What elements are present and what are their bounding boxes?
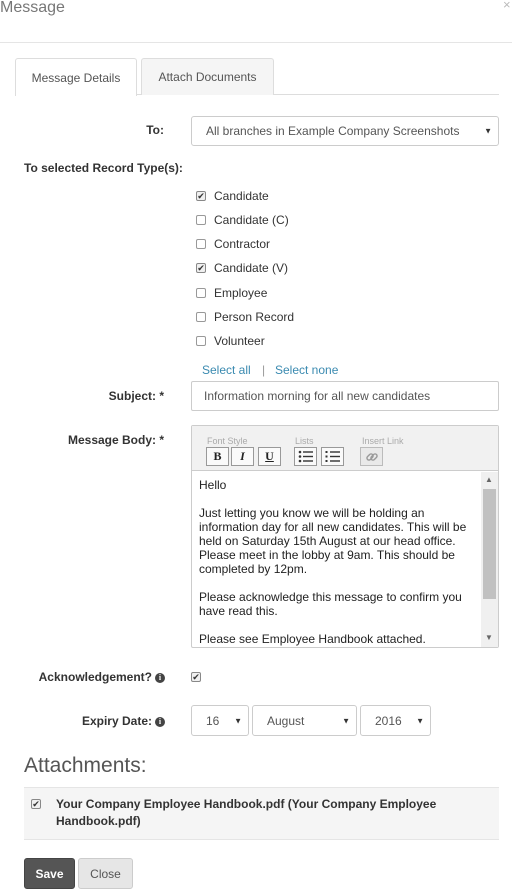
attachment-name: Your Company Employee Handbook.pdf (Your… <box>56 797 437 828</box>
insert-link-button[interactable] <box>360 447 383 466</box>
bullet-list-button[interactable] <box>294 447 317 466</box>
checkbox-candidate-c[interactable] <box>196 215 206 225</box>
checkbox-candidate[interactable]: ✔ <box>196 191 206 201</box>
editor-scrollbar[interactable]: ▲ ▼ <box>481 472 498 647</box>
tab-label: Message Details <box>31 70 121 85</box>
expiry-year-value: 2016 <box>375 713 402 728</box>
header-divider <box>0 42 512 43</box>
attachments-title: Attachments: <box>24 754 147 777</box>
check-icon: ✔ <box>197 262 205 273</box>
close-icon[interactable]: × <box>503 0 511 12</box>
link-separator: | <box>262 363 266 377</box>
close-button[interactable]: Close <box>78 858 133 889</box>
bullet-list-icon <box>298 450 313 463</box>
expiry-month-value: August <box>267 713 305 728</box>
font-style-group-label: Font Style <box>207 436 248 446</box>
expiry-date-label: Expiry Date: <box>81 714 152 728</box>
acknowledgement-label: Acknowledgement? <box>38 670 152 684</box>
save-button[interactable]: Save <box>24 858 75 889</box>
checkbox-person-record[interactable] <box>196 312 206 322</box>
check-icon: ✔ <box>197 190 205 201</box>
checkbox-contractor[interactable] <box>196 239 206 249</box>
expiry-day-select[interactable]: 16 ▼ <box>191 705 249 736</box>
record-type-label: Employee <box>214 286 268 300</box>
checkbox-employee[interactable] <box>196 288 206 298</box>
record-types-label: To selected Record Type(s): <box>24 161 183 175</box>
link-icon <box>365 452 378 461</box>
expiry-year-select[interactable]: 2016 ▼ <box>360 705 431 736</box>
select-none-link[interactable]: Select none <box>275 363 338 377</box>
tab-attach-documents[interactable]: Attach Documents <box>141 58 274 95</box>
expiry-month-select[interactable]: August ▼ <box>252 705 357 736</box>
attachment-row: ✔ Your Company Employee Handbook.pdf (Yo… <box>24 787 499 840</box>
underline-button[interactable]: U <box>258 447 281 466</box>
insert-link-group-label: Insert Link <box>362 436 404 446</box>
chevron-down-icon: ▼ <box>234 716 242 725</box>
scroll-thumb[interactable] <box>483 489 496 599</box>
message-body-label: Message Body: * <box>67 433 164 447</box>
info-icon: i <box>155 717 165 727</box>
scroll-down-icon[interactable]: ▼ <box>485 633 493 642</box>
record-type-label: Volunteer <box>214 334 265 348</box>
record-type-label: Candidate (C) <box>214 213 289 227</box>
check-icon: ✔ <box>192 671 200 682</box>
info-icon: i <box>155 673 165 683</box>
record-type-label: Candidate <box>214 189 269 203</box>
checkbox-candidate-v[interactable]: ✔ <box>196 263 206 273</box>
tab-label: Attach Documents <box>158 70 257 84</box>
expiry-day-value: 16 <box>206 713 220 728</box>
italic-button[interactable]: I <box>231 447 254 466</box>
tab-message-details[interactable]: Message Details <box>15 58 137 96</box>
scroll-up-icon[interactable]: ▲ <box>485 475 493 484</box>
numbered-list-icon <box>325 451 340 462</box>
record-type-label: Person Record <box>214 310 295 324</box>
acknowledgement-label-group: Acknowledgement? i <box>20 670 165 684</box>
to-label: To: <box>146 123 164 137</box>
chevron-down-icon: ▼ <box>416 716 424 725</box>
checkbox-volunteer[interactable] <box>196 336 206 346</box>
record-type-label: Contractor <box>214 237 271 251</box>
expiry-label-group: Expiry Date: i <box>40 714 165 728</box>
modal-title: Message <box>0 0 65 16</box>
subject-label: Subject: * <box>108 389 164 403</box>
numbered-list-button[interactable] <box>321 447 344 466</box>
editor-toolbar: Font Style Lists Insert Link B I U <box>192 426 498 471</box>
record-type-label: Candidate (V) <box>214 261 289 275</box>
attachment-checkbox[interactable]: ✔ <box>31 799 41 809</box>
chevron-down-icon: ▼ <box>342 716 350 725</box>
message-body-editor[interactable]: Font Style Lists Insert Link B I U Hello… <box>191 425 499 648</box>
lists-group-label: Lists <box>295 436 314 446</box>
subject-input[interactable]: Information morning for all new candidat… <box>191 381 499 411</box>
acknowledgement-checkbox[interactable]: ✔ <box>191 672 201 682</box>
select-all-link[interactable]: Select all <box>202 363 251 377</box>
bold-button[interactable]: B <box>206 447 229 466</box>
message-body-text[interactable]: Hello Just letting you know we will be h… <box>199 478 477 646</box>
subject-input-value: Information morning for all new candidat… <box>204 389 431 403</box>
to-select[interactable]: All branches in Example Company Screensh… <box>191 116 499 146</box>
chevron-down-icon: ▼ <box>484 126 492 136</box>
check-icon: ✔ <box>32 798 40 809</box>
to-select-value: All branches in Example Company Screensh… <box>206 124 460 138</box>
